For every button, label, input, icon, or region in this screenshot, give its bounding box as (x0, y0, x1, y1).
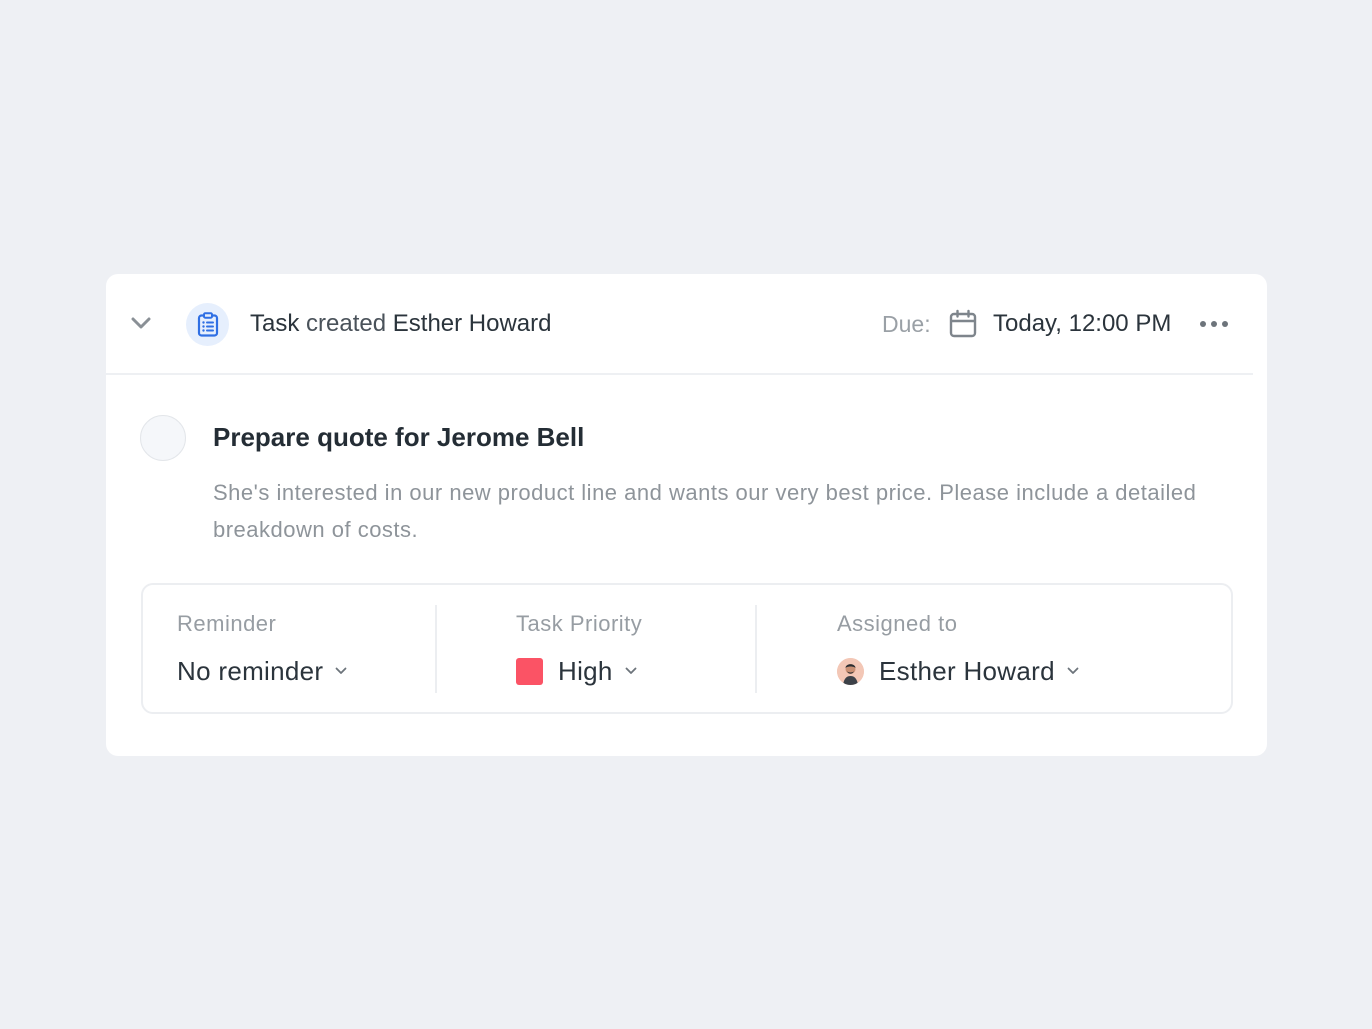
activity-actor[interactable]: Esther Howard (393, 310, 552, 337)
clipboard-list-icon (197, 312, 218, 337)
task-card-header: Task created Esther Howard Due: Today, 1… (106, 274, 1253, 375)
due-label: Due: (882, 311, 931, 337)
chevron-down-icon (335, 667, 347, 675)
task-properties-panel: Reminder No reminder Task Priority High … (141, 583, 1233, 714)
divider (435, 605, 437, 693)
avatar (837, 657, 864, 685)
priority-dropdown[interactable]: High (516, 655, 637, 687)
task-card: Task created Esther Howard Due: Today, 1… (106, 274, 1267, 756)
task-complete-checkbox[interactable] (140, 415, 186, 461)
divider (755, 605, 757, 693)
task-type-badge (186, 303, 229, 346)
assignee-dropdown[interactable]: Esther Howard (837, 655, 1079, 687)
activity-title: Task created Esther Howard (250, 310, 552, 338)
due-date-value[interactable]: Today, 12:00 PM (993, 310, 1171, 338)
reminder-dropdown[interactable]: No reminder (177, 655, 347, 687)
chevron-down-icon (1067, 667, 1079, 675)
task-title: Prepare quote for Jerome Bell (213, 422, 585, 452)
priority-color-swatch (516, 657, 543, 685)
reminder-label: Reminder (177, 611, 277, 636)
more-options-button[interactable] (1196, 310, 1232, 338)
chevron-down-icon (131, 317, 151, 329)
activity-type: Task (250, 310, 300, 337)
assignee-label: Assigned to (837, 611, 958, 636)
priority-label: Task Priority (516, 611, 643, 636)
collapse-button[interactable] (130, 312, 152, 334)
assignee-value: Esther Howard (879, 656, 1055, 686)
chevron-down-icon (625, 667, 637, 675)
activity-verb: created (306, 310, 387, 337)
reminder-value: No reminder (177, 656, 324, 686)
calendar-icon (949, 309, 977, 338)
priority-value: High (558, 656, 613, 686)
more-horizontal-icon (1200, 321, 1228, 327)
task-description: She's interested in our new product line… (213, 480, 1197, 542)
